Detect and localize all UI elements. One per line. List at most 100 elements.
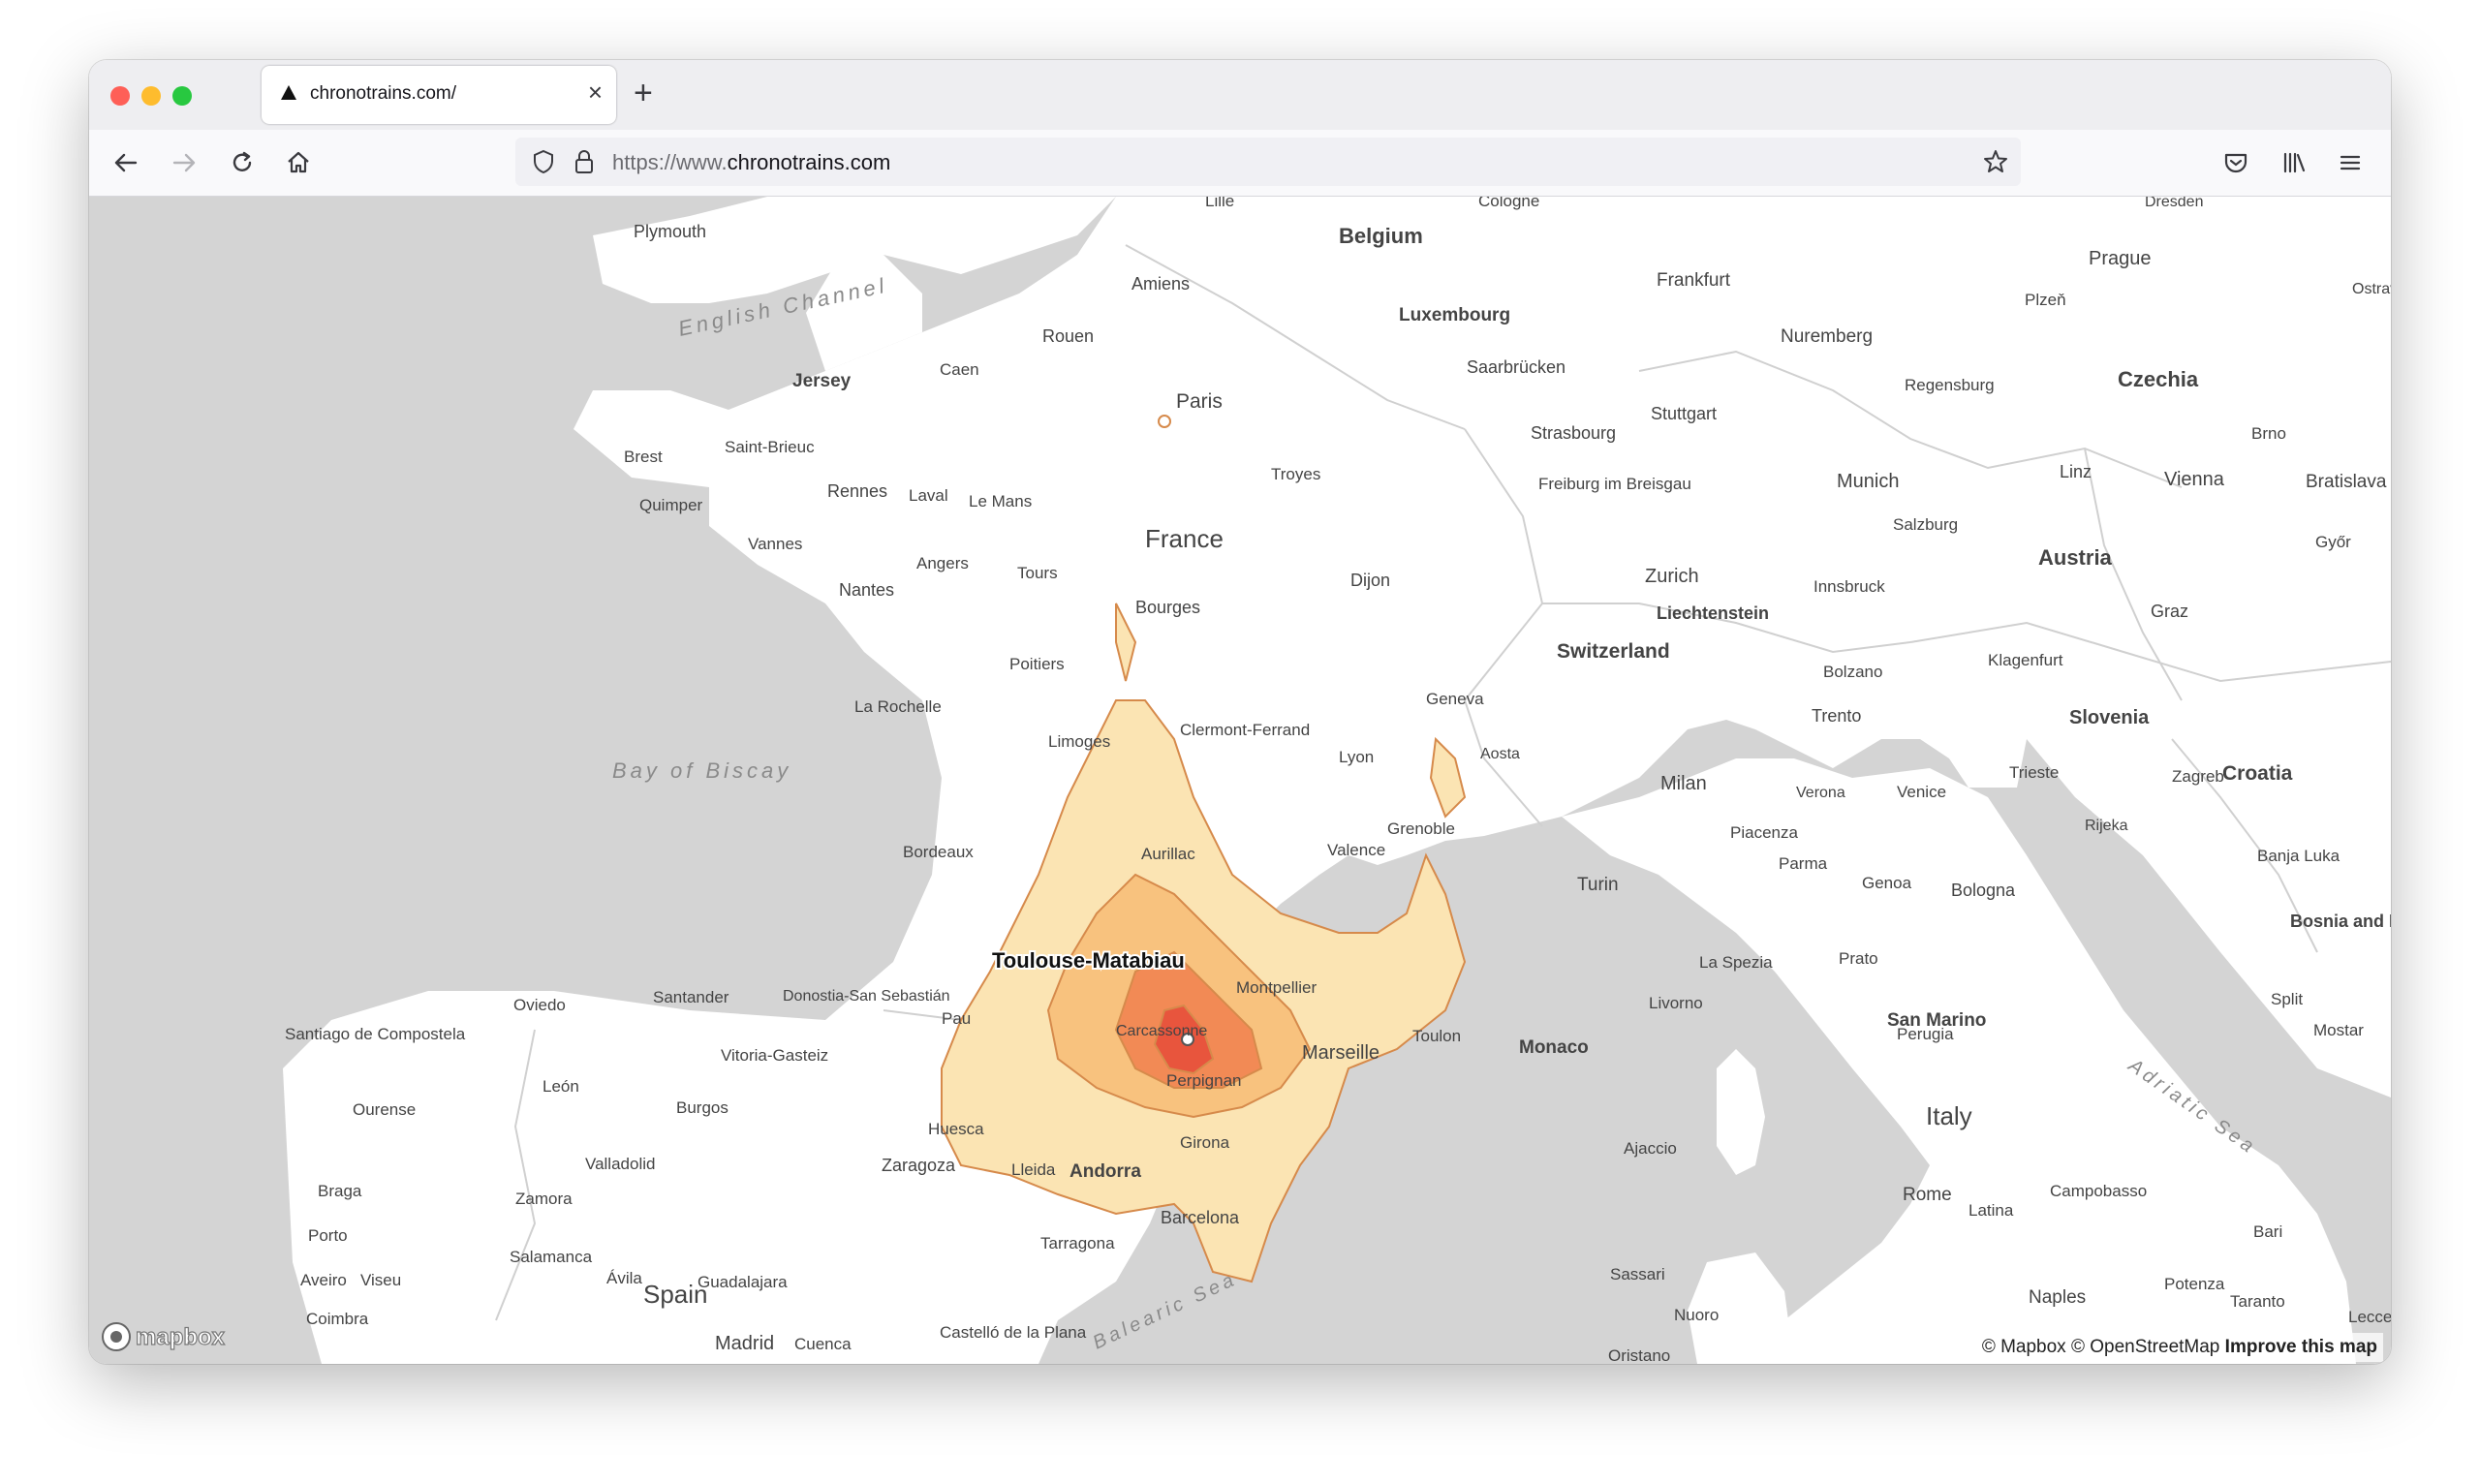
mapbox-logo[interactable]: mapbox (101, 1319, 246, 1354)
city-label: Genoa (1862, 874, 1912, 892)
city-label: Valladolid (585, 1155, 655, 1173)
city-label: Paris (1176, 390, 1223, 413)
menu-icon[interactable] (2337, 149, 2364, 176)
country-label: Switzerland (1557, 640, 1670, 663)
library-icon[interactable] (2280, 149, 2308, 176)
tab-close-icon[interactable]: × (588, 77, 603, 107)
city-label: Linz (2060, 462, 2092, 481)
city-label: Donostia-San Sebastián (783, 988, 950, 1005)
browser-window: chronotrains.com/ × + https://www.chrono… (89, 60, 2391, 1364)
osm-attribution-link[interactable]: © OpenStreetMap (2071, 1337, 2219, 1357)
city-label: Trieste (2009, 763, 2059, 782)
city-label: Viseu (360, 1271, 401, 1289)
map-canvas[interactable]: Belgium Luxembourg France Switzerland Li… (89, 192, 2391, 1364)
city-label: Turin (1577, 875, 1619, 895)
city-label: Barcelona (1161, 1208, 1240, 1227)
city-label: Madrid (715, 1333, 774, 1354)
city-label: Vitoria-Gasteiz (721, 1046, 828, 1065)
city-label: Porto (308, 1226, 348, 1245)
url-text[interactable]: https://www.chronotrains.com (612, 150, 890, 175)
city-label: Oristano (1608, 1346, 1670, 1364)
city-label: Plymouth (634, 222, 706, 241)
city-label: Ourense (353, 1100, 416, 1119)
city-label: Bourges (1135, 598, 1200, 617)
city-label: Strasbourg (1531, 423, 1616, 443)
city-label: Limoges (1048, 732, 1110, 751)
city-label: Plzeň (2025, 291, 2066, 309)
city-label: Tarragona (1040, 1234, 1115, 1252)
city-label: Huesca (928, 1120, 984, 1138)
city-label: Jersey (792, 371, 852, 391)
city-label: Livorno (1649, 994, 1703, 1012)
new-tab-button[interactable]: + (634, 74, 653, 112)
city-label: Rennes (827, 481, 887, 501)
city-label: Ajaccio (1624, 1139, 1677, 1158)
url-bar[interactable]: https://www.chronotrains.com (515, 138, 2021, 186)
city-label: Amiens (1132, 274, 1190, 294)
city-label: Rijeka (2085, 818, 2128, 834)
back-icon[interactable] (112, 149, 140, 176)
city-label: Grenoble (1387, 819, 1455, 838)
city-label: Montpellier (1236, 978, 1317, 997)
shield-icon[interactable] (531, 149, 556, 174)
browser-tab[interactable]: chronotrains.com/ × (262, 66, 616, 124)
city-label: Piacenza (1730, 823, 1798, 842)
city-label: Dijon (1350, 571, 1390, 590)
city-label: Bologna (1951, 881, 2016, 900)
map-view[interactable]: Belgium Luxembourg France Switzerland Li… (89, 192, 2391, 1364)
mapbox-attribution-link[interactable]: © Mapbox (1982, 1337, 2066, 1357)
bookmark-star-icon[interactable] (1982, 148, 2009, 175)
city-label: Girona (1180, 1133, 1230, 1152)
country-label: Czechia (2118, 367, 2199, 391)
city-label: Salamanca (510, 1248, 593, 1266)
reload-icon[interactable] (229, 149, 256, 176)
city-label: Le Mans (969, 492, 1032, 510)
city-label: Rome (1903, 1185, 1952, 1205)
city-label: Clermont-Ferrand (1180, 721, 1310, 739)
city-label: Saarbrücken (1467, 357, 1566, 377)
city-label: Caen (940, 360, 979, 379)
home-icon[interactable] (285, 149, 312, 176)
city-label: Marseille (1302, 1042, 1380, 1064)
city-label: Verona (1796, 785, 1845, 801)
city-label: Geneva (1426, 690, 1484, 708)
city-label: Salzburg (1893, 515, 1958, 534)
maximize-window-button[interactable] (172, 86, 192, 106)
city-label: La Spezia (1699, 953, 1773, 972)
url-prefix: https://www. (612, 150, 728, 174)
city-label: Potenza (2164, 1275, 2225, 1293)
city-label: Vienna (2164, 469, 2225, 490)
city-label: Ávila (606, 1269, 642, 1287)
country-label: Luxembourg (1399, 305, 1510, 325)
city-label: Bolzano (1823, 663, 1882, 681)
city-label: Frankfurt (1657, 270, 1731, 291)
url-domain: chronotrains.com (727, 150, 891, 174)
city-label: Munich (1837, 471, 1899, 492)
tab-title: chronotrains.com/ (310, 83, 457, 104)
city-label: Ostrava (2352, 281, 2391, 297)
city-label: Coimbra (306, 1310, 369, 1328)
pocket-icon[interactable] (2222, 149, 2249, 176)
country-label: Belgium (1339, 224, 1423, 248)
city-label: Oviedo (513, 996, 566, 1014)
minimize-window-button[interactable] (141, 86, 161, 106)
favicon-icon (281, 85, 296, 100)
city-label: Nuremberg (1781, 326, 1873, 347)
city-label: Santiago de Compostela (285, 1025, 466, 1043)
city-label: Burgos (676, 1098, 728, 1117)
forward-icon[interactable] (170, 149, 198, 176)
city-label: Regensburg (1905, 376, 1995, 394)
city-label: Laval (909, 486, 948, 505)
city-label: Zaragoza (882, 1156, 956, 1175)
city-label: Toulon (1412, 1027, 1461, 1045)
city-label: Aveiro (300, 1271, 347, 1289)
city-label: Bordeaux (903, 843, 974, 861)
country-label: Monaco (1519, 1037, 1589, 1058)
lock-icon[interactable] (572, 148, 597, 175)
city-label: Aosta (1480, 746, 1520, 762)
improve-map-link[interactable]: Improve this map (2225, 1337, 2377, 1357)
close-window-button[interactable] (110, 86, 130, 106)
city-label: Zurich (1645, 566, 1699, 587)
city-label: Bari (2253, 1222, 2282, 1241)
origin-station-label: Toulouse-Matabiau (992, 948, 1185, 973)
